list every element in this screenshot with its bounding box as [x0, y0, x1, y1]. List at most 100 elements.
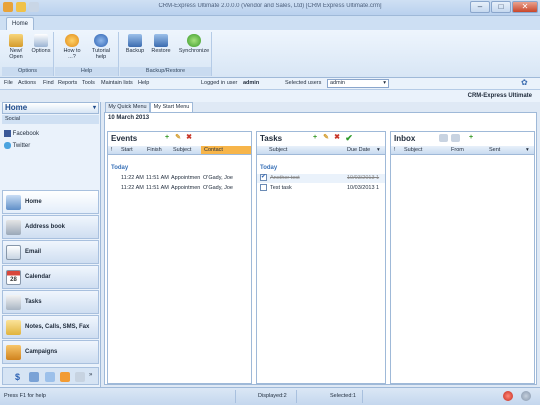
event-start: 11:22 AM	[121, 185, 144, 191]
chevron-right-icon[interactable]: »	[89, 372, 95, 382]
event-finish: 11:51 AM	[146, 175, 169, 181]
status-displayed: Displayed:2	[258, 393, 287, 399]
backup-button[interactable]: Backup	[122, 34, 148, 66]
tasks-title: Tasks	[260, 134, 283, 143]
chevron-down-icon[interactable]: ▾	[93, 103, 96, 113]
selected-users-select[interactable]: admin ▾	[327, 79, 389, 88]
nav-campaigns[interactable]: Campaigns	[2, 340, 99, 364]
task-row[interactable]: ✔ Another test 10/03/2013 1	[257, 174, 385, 183]
events-col-contact[interactable]: Contact	[201, 146, 251, 154]
facebook-icon	[4, 130, 11, 137]
inbox-col-from[interactable]: From	[451, 147, 464, 153]
nav-campaigns-label: Campaigns	[25, 349, 58, 355]
task-checkbox[interactable]: ✔	[260, 174, 267, 181]
event-row[interactable]: 11:22 AM 11:51 AM Appointmen O'Gady, Joe	[108, 184, 251, 193]
folder-icon	[9, 34, 23, 47]
backup-label: Backup	[125, 48, 145, 54]
gear-icon[interactable]: ✿	[521, 78, 528, 87]
group-label-options: Options	[2, 67, 53, 76]
menu-file[interactable]: File	[4, 80, 13, 86]
inbox-col-sent[interactable]: Sent	[489, 147, 500, 153]
ribbon: New/ Open Options Options How to ...? Tu…	[0, 30, 540, 78]
nav-tasks-label: Tasks	[25, 299, 42, 305]
tab-my-start-menu[interactable]: My Start Menu	[150, 102, 193, 112]
social-section-header: Social	[2, 115, 99, 124]
complete-check-icon[interactable]: ✔	[345, 134, 353, 143]
inbox-col-priority[interactable]: !	[394, 147, 396, 153]
menu-reports[interactable]: Reports	[58, 80, 77, 86]
options-icon	[34, 34, 48, 47]
delete-icon[interactable]: ✖	[333, 134, 341, 142]
menu-bar: File Actions Find Reports Tools Maintain…	[0, 78, 540, 90]
menu-help[interactable]: Help	[138, 80, 149, 86]
tab-my-quick-menu[interactable]: My Quick Menu	[105, 102, 150, 112]
nav-tasks[interactable]: Tasks	[2, 290, 99, 314]
nav-home[interactable]: Home	[2, 190, 99, 214]
current-date: 10 March 2013	[108, 115, 150, 121]
events-col-subject[interactable]: Subject	[173, 147, 191, 153]
close-button[interactable]: ✕	[512, 1, 538, 13]
task-checkbox[interactable]	[260, 184, 267, 191]
cart-icon[interactable]	[29, 372, 39, 382]
task-subject: Another test	[270, 175, 300, 181]
quick-access-icon[interactable]	[29, 2, 39, 12]
rss-icon[interactable]	[60, 372, 70, 382]
events-col-start[interactable]: Start	[121, 147, 133, 153]
nav-notes[interactable]: Notes, Calls, SMS, Fax	[2, 315, 99, 339]
status-selected: Selected:1	[330, 393, 356, 399]
open-folder-icon[interactable]	[16, 2, 26, 12]
chevron-down-icon: ▾	[383, 80, 386, 86]
restore-button[interactable]: Restore	[148, 34, 174, 66]
event-row[interactable]: 11:22 AM 11:51 AM Appointmen O'Gady, Joe	[108, 174, 251, 183]
tutorial-help-button[interactable]: Tutorial help	[88, 34, 114, 66]
brand-row: CRM-Express Ultimate	[100, 90, 540, 102]
how-to-button[interactable]: How to ...?	[59, 34, 85, 66]
tasks-group-today: Today	[260, 165, 278, 171]
twitter-icon	[4, 142, 11, 149]
forward-icon[interactable]	[451, 134, 460, 142]
add-icon[interactable]: +	[467, 134, 475, 142]
tasks-col-due-date[interactable]: Due Date	[347, 147, 370, 153]
task-row[interactable]: Test task 10/03/2013 1	[257, 184, 385, 193]
events-col-finish[interactable]: Finish	[147, 147, 162, 153]
reply-icon[interactable]	[439, 134, 448, 142]
nav-address-book[interactable]: Address book	[2, 215, 99, 239]
report-icon[interactable]	[45, 372, 55, 382]
menu-actions[interactable]: Actions	[18, 80, 36, 86]
menu-maintain-lists[interactable]: Maintain lists	[101, 80, 133, 86]
nav-calendar[interactable]: 28 Calendar	[2, 265, 99, 289]
menu-find[interactable]: Find	[43, 80, 54, 86]
tab-home[interactable]: Home	[6, 17, 34, 30]
tutorial-label: Tutorial help	[91, 48, 111, 60]
sidebar-item-facebook[interactable]: Facebook	[4, 130, 39, 137]
add-icon[interactable]: +	[311, 134, 319, 142]
sidebar-item-twitter[interactable]: Twitter	[4, 142, 30, 149]
address-book-icon	[6, 220, 21, 235]
home-icon	[6, 195, 21, 210]
dollar-icon[interactable]: $	[15, 372, 25, 382]
sidebar-shortcut-bar: $ »	[2, 367, 99, 385]
maximize-button[interactable]: □	[491, 1, 511, 13]
add-icon[interactable]: +	[163, 134, 171, 142]
nav-email[interactable]: Email	[2, 240, 99, 264]
new-open-button[interactable]: New/ Open	[3, 34, 29, 66]
status-help-text: Press F1 for help	[4, 393, 46, 399]
edit-icon[interactable]: ✎	[174, 134, 182, 142]
tasks-col-subject[interactable]: Subject	[269, 147, 287, 153]
menu-tools[interactable]: Tools	[82, 80, 95, 86]
delete-icon[interactable]: ✖	[185, 134, 193, 142]
logged-in-label: Logged in user	[201, 80, 238, 86]
selected-users-value: admin	[330, 80, 345, 86]
minimize-button[interactable]: –	[470, 1, 490, 13]
how-to-label: How to ...?	[63, 48, 81, 60]
document-icon[interactable]	[75, 372, 85, 382]
event-subject: Appointmen	[171, 175, 201, 181]
inbox-col-subject[interactable]: Subject	[404, 147, 422, 153]
selected-users-label: Selected users	[285, 80, 322, 86]
edit-icon[interactable]: ✎	[322, 134, 330, 142]
synchronize-button[interactable]: Synchronize	[178, 34, 210, 66]
events-column-header: ! Start Finish Subject Contact	[108, 146, 251, 155]
events-col-priority[interactable]: !	[111, 147, 113, 153]
sidebar-header[interactable]: Home ▾	[2, 102, 99, 114]
options-button[interactable]: Options	[28, 34, 54, 66]
